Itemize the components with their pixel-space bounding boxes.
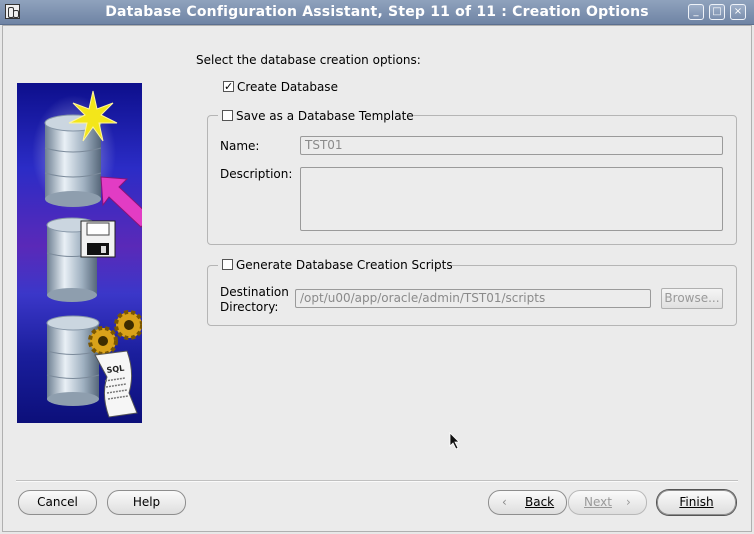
creation-options-prompt: Select the database creation options:	[196, 53, 421, 67]
help-button[interactable]: Help	[107, 490, 186, 515]
create-database-checkbox[interactable]: ✓	[223, 81, 234, 92]
database-illustration: SQL	[17, 83, 142, 423]
next-button-label: Next	[584, 495, 612, 509]
generate-scripts-checkbox[interactable]	[222, 259, 233, 270]
finish-button[interactable]: Finish	[657, 490, 736, 515]
save-template-label[interactable]: Save as a Database Template	[236, 109, 414, 123]
back-button[interactable]: ‹ Back	[488, 490, 567, 515]
window-title: Database Configuration Assistant, Step 1…	[105, 4, 649, 20]
browse-button[interactable]: Browse...	[661, 288, 723, 309]
destination-directory-input[interactable]: /opt/u00/app/oracle/admin/TST01/scripts	[295, 289, 651, 308]
generate-scripts-label[interactable]: Generate Database Creation Scripts	[236, 258, 453, 272]
cancel-button[interactable]: Cancel	[18, 490, 97, 515]
destination-label-line1: Destination	[220, 285, 289, 299]
finish-button-label: Finish	[679, 495, 714, 509]
minimize-button[interactable]: _	[688, 4, 704, 20]
template-description-input[interactable]	[300, 167, 723, 231]
chevron-right-icon: ›	[626, 495, 631, 509]
template-name-input[interactable]: TST01	[300, 136, 723, 155]
title-bar: Database Configuration Assistant, Step 1…	[0, 0, 754, 25]
database-illustration-graphic: SQL	[32, 90, 142, 418]
destination-label-line2: Directory:	[220, 300, 279, 314]
chevron-left-icon: ‹	[502, 495, 507, 509]
template-name-label: Name:	[220, 139, 260, 153]
template-description-label: Description:	[220, 167, 293, 181]
button-separator	[16, 480, 738, 482]
create-database-label[interactable]: Create Database	[237, 80, 338, 94]
save-template-checkbox[interactable]	[222, 110, 233, 121]
close-button[interactable]: ×	[730, 4, 746, 20]
maximize-button[interactable]: □	[709, 4, 725, 20]
next-button[interactable]: Next ›	[568, 490, 647, 515]
back-button-label: Back	[525, 495, 555, 509]
mouse-cursor-icon	[449, 432, 460, 450]
